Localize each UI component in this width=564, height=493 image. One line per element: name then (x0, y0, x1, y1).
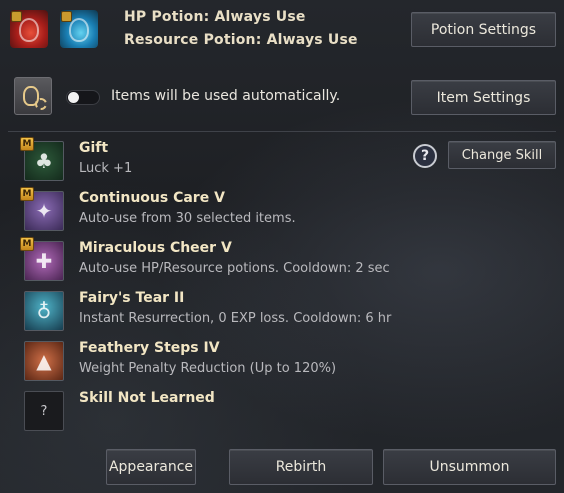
resource-potion-icon[interactable] (60, 10, 98, 48)
item-settings-button[interactable]: Item Settings (411, 80, 556, 115)
potion-settings-button[interactable]: Potion Settings (411, 12, 556, 47)
mastery-badge: M (20, 137, 34, 151)
skill-row-gift: ♣ M Gift Luck +1 (20, 137, 424, 183)
skill-row-continuous-care: ✦ M Continuous Care V Auto-use from 30 s… (20, 187, 424, 233)
skill-row-miraculous-cheer: ✚ M Miraculous Cheer V Auto-use HP/Resou… (20, 237, 424, 283)
auto-item-icon (14, 77, 52, 115)
rebirth-button[interactable]: Rebirth (229, 449, 373, 485)
potion-badge-icon (61, 11, 72, 22)
flask-icon (69, 18, 89, 42)
skill-name: Gift (79, 140, 109, 156)
skill-desc: Luck +1 (79, 161, 133, 176)
auto-use-label: Items will be used automatically. (111, 88, 341, 104)
skill-name: Fairy's Tear II (79, 290, 185, 306)
unknown-icon[interactable]: ? (24, 391, 64, 431)
toggle-knob (68, 92, 79, 103)
skill-desc: Auto-use HP/Resource potions. Cooldown: … (79, 261, 390, 276)
change-skill-button[interactable]: Change Skill (448, 141, 556, 169)
skill-row-not-learned: ? Skill Not Learned (24, 390, 424, 433)
auto-use-toggle[interactable] (66, 90, 100, 105)
skill-name: Continuous Care V (79, 190, 225, 206)
gear-icon (35, 98, 47, 110)
divider (8, 131, 556, 132)
mastery-badge: M (20, 237, 34, 251)
skill-desc: Weight Penalty Reduction (Up to 120%) (79, 361, 337, 376)
flask-icon (19, 18, 39, 42)
skill-name: Feathery Steps IV (79, 340, 220, 356)
appearance-button[interactable]: Appearance (106, 449, 196, 485)
unknown-glyph: ? (40, 403, 48, 419)
pet-panel: HP Potion: Always Use Resource Potion: A… (0, 0, 564, 493)
skill-desc: Instant Resurrection, 0 EXP loss. Cooldo… (79, 311, 392, 326)
winged-flask-glyph: ♁ (36, 299, 52, 323)
hp-potion-status: HP Potion: Always Use (124, 9, 306, 25)
unsummon-button[interactable]: Unsummon (383, 449, 556, 485)
hp-potion-icon[interactable] (10, 10, 48, 48)
weight-icon[interactable]: ▲ (24, 341, 64, 381)
potion-badge-icon (11, 11, 22, 22)
skill-row-fairys-tear: ♁ Fairy's Tear II Instant Resurrection, … (24, 290, 424, 333)
skill-name: Miraculous Cheer V (79, 240, 232, 256)
winged-flask-icon[interactable]: ♁ (24, 291, 64, 331)
skill-name: Skill Not Learned (79, 390, 215, 406)
resource-potion-status: Resource Potion: Always Use (124, 32, 358, 48)
skill-row-feathery-steps: ▲ Feathery Steps IV Weight Penalty Reduc… (24, 340, 424, 383)
weight-glyph: ▲ (36, 349, 52, 373)
mastery-badge: M (20, 187, 34, 201)
skill-desc: Auto-use from 30 selected items. (79, 211, 296, 226)
